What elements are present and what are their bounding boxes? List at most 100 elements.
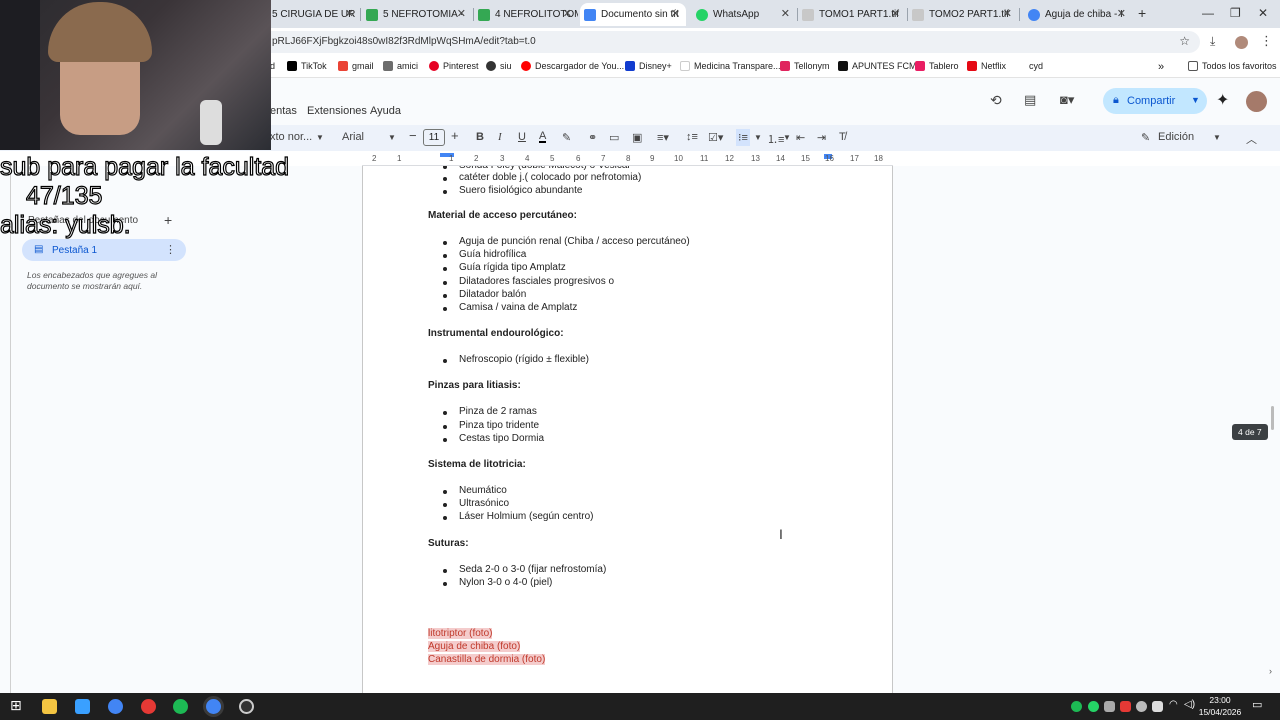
volume-icon[interactable]: ◁): [1184, 699, 1195, 710]
comment-icon[interactable]: ▤: [1024, 92, 1036, 108]
history-icon[interactable]: ⟲: [990, 92, 1002, 109]
add-tab-icon[interactable]: +: [164, 212, 172, 228]
close-icon[interactable]: ✕: [457, 7, 466, 20]
clear-formatting-icon[interactable]: T̸: [839, 131, 846, 143]
download-icon[interactable]: ⤓: [1210, 34, 1215, 49]
spotify-tray-icon[interactable]: [1071, 701, 1082, 712]
browser-tab[interactable]: WhatsApp ✕: [692, 3, 796, 26]
app-icon[interactable]: [141, 699, 156, 714]
bookmark[interactable]: gmail: [338, 61, 374, 71]
bookmark[interactable]: amici: [383, 61, 418, 71]
chevron-down-icon[interactable]: ▼: [754, 133, 762, 142]
browser-tab[interactable]: 4 NEFROLITOTOM ✕: [474, 3, 578, 26]
close-icon[interactable]: ✕: [1117, 7, 1126, 20]
chevron-down-icon[interactable]: ▼: [783, 133, 791, 142]
chevron-right-icon[interactable]: ›: [1269, 666, 1272, 676]
decrease-indent-icon[interactable]: ⇤: [796, 131, 805, 144]
document-page[interactable]: Sonda Foley (doble Malecot) o Vesicalcat…: [362, 166, 893, 693]
menu-help[interactable]: Ayuda: [370, 105, 401, 117]
browser-tab-active[interactable]: Documento sin tít ✕: [580, 3, 686, 26]
chrome-icon[interactable]: [108, 699, 123, 714]
maximize-icon[interactable]: ❐: [1230, 6, 1241, 20]
chevron-up-icon[interactable]: ︿: [1246, 131, 1257, 147]
gemini-icon[interactable]: ✦: [1216, 90, 1229, 110]
close-icon[interactable]: ✕: [781, 7, 790, 20]
bookmark[interactable]: Tellonym: [780, 61, 830, 71]
browser-tab[interactable]: 5 NEFROTOMIA · ✕: [362, 3, 472, 26]
bookmark[interactable]: Disney+: [625, 61, 672, 71]
close-icon[interactable]: ✕: [671, 7, 680, 20]
whatsapp-tray-icon[interactable]: [1088, 701, 1099, 712]
add-comment-icon[interactable]: ▭: [609, 131, 619, 144]
insert-image-icon[interactable]: ▣: [632, 131, 642, 144]
font-select[interactable]: Arial: [342, 131, 364, 143]
browser-tab[interactable]: 5 CIRUGIA DE UR ✕: [268, 3, 360, 26]
font-size-input[interactable]: 11: [423, 129, 445, 146]
spotify-icon[interactable]: [173, 699, 188, 714]
meet-icon[interactable]: ◙▾: [1060, 92, 1074, 108]
tray-icon[interactable]: [1136, 701, 1147, 712]
tray-icon[interactable]: [1120, 701, 1131, 712]
clock-time[interactable]: 23:00: [1199, 695, 1241, 705]
bookmark[interactable]: APUNTES FCM: [838, 61, 917, 71]
style-select[interactable]: xto nor...: [270, 131, 312, 143]
network-icon[interactable]: ◠: [1169, 699, 1178, 710]
scrollbar-thumb[interactable]: [1271, 406, 1274, 430]
windows-start-icon[interactable]: ⊞: [10, 697, 25, 713]
underline-icon[interactable]: U: [518, 131, 526, 143]
bookmark[interactable]: TikTok: [287, 61, 327, 71]
increase-font-icon[interactable]: +: [451, 128, 459, 143]
bookmark[interactable]: Netflix: [967, 61, 1006, 71]
tray-icon[interactable]: [1104, 701, 1115, 712]
close-window-icon[interactable]: ✕: [1258, 6, 1268, 20]
align-icon[interactable]: ≡▾: [657, 131, 669, 144]
chrome-active-icon[interactable]: [206, 699, 221, 714]
bulleted-list-icon[interactable]: ⁝≡: [736, 129, 750, 146]
bookmark[interactable]: Medicina Transpare...: [680, 61, 781, 71]
numbered-list-icon[interactable]: ⒈≡: [767, 131, 784, 147]
more-vert-icon[interactable]: ⋮: [165, 243, 176, 256]
increase-indent-icon[interactable]: ⇥: [817, 131, 826, 144]
checklist-icon[interactable]: ☑▾: [708, 131, 723, 144]
share-button[interactable]: 🔒︎ Compartir ▼: [1103, 88, 1207, 114]
more-vert-icon[interactable]: ⋮: [1260, 33, 1273, 49]
text-color-icon[interactable]: A: [539, 131, 547, 143]
all-bookmarks[interactable]: Todos los favoritos: [1188, 61, 1277, 71]
bookmark[interactable]: Tablero: [915, 61, 959, 71]
close-icon[interactable]: ✕: [1003, 7, 1012, 20]
close-icon[interactable]: ✕: [563, 7, 572, 20]
decrease-font-icon[interactable]: −: [409, 128, 417, 143]
editing-mode-select[interactable]: Edición: [1158, 131, 1194, 143]
obs-icon[interactable]: [239, 699, 254, 714]
chevron-down-icon[interactable]: ▼: [1213, 133, 1221, 142]
link-icon[interactable]: ⚭: [588, 131, 597, 144]
avatar[interactable]: [1246, 91, 1267, 112]
star-icon[interactable]: ☆: [1179, 34, 1190, 48]
profile-avatar[interactable]: [1235, 36, 1248, 49]
chevron-down-icon[interactable]: ▼: [316, 133, 324, 142]
bookmark[interactable]: siu: [486, 61, 512, 71]
menu-extensions[interactable]: Extensiones: [307, 105, 367, 117]
file-explorer-icon[interactable]: [42, 699, 57, 714]
notifications-icon[interactable]: ▭: [1252, 698, 1262, 711]
chevron-down-icon[interactable]: ▼: [1191, 95, 1200, 105]
close-icon[interactable]: ✕: [891, 7, 900, 20]
browser-tab[interactable]: Aguja de chiba - I ✕: [1024, 3, 1132, 26]
browser-tab[interactable]: TOMO1 PART1.tif ✕: [798, 3, 906, 26]
sidebar-item-tab1[interactable]: ▤ Pestaña 1 ⋮: [22, 239, 186, 261]
browser-tab[interactable]: TOMO2 PART1.tif ✕: [908, 3, 1018, 26]
ruler[interactable]: 2 1 1 2 3 4 5 6 7 8 9 10 11 12 13 14 15 …: [362, 153, 893, 166]
tray-icon[interactable]: [1152, 701, 1163, 712]
bookmark[interactable]: Pinterest: [429, 61, 479, 71]
close-icon[interactable]: ✕: [345, 7, 354, 20]
clock-date[interactable]: 15/04/2026: [1196, 707, 1244, 717]
line-spacing-icon[interactable]: ↕≡: [686, 131, 698, 143]
highlight-icon[interactable]: ✎: [562, 131, 571, 144]
store-icon[interactable]: [75, 699, 90, 714]
chevron-down-icon[interactable]: ▼: [388, 133, 396, 142]
bold-icon[interactable]: B: [476, 131, 484, 143]
minimize-icon[interactable]: —: [1202, 6, 1214, 20]
address-input[interactable]: pRLJ66FXjFbgkzoi48s0wI82f3RdMlpWqSHmA/ed…: [260, 31, 1200, 53]
italic-icon[interactable]: I: [498, 131, 502, 143]
bookmark[interactable]: cyd: [1015, 61, 1043, 71]
